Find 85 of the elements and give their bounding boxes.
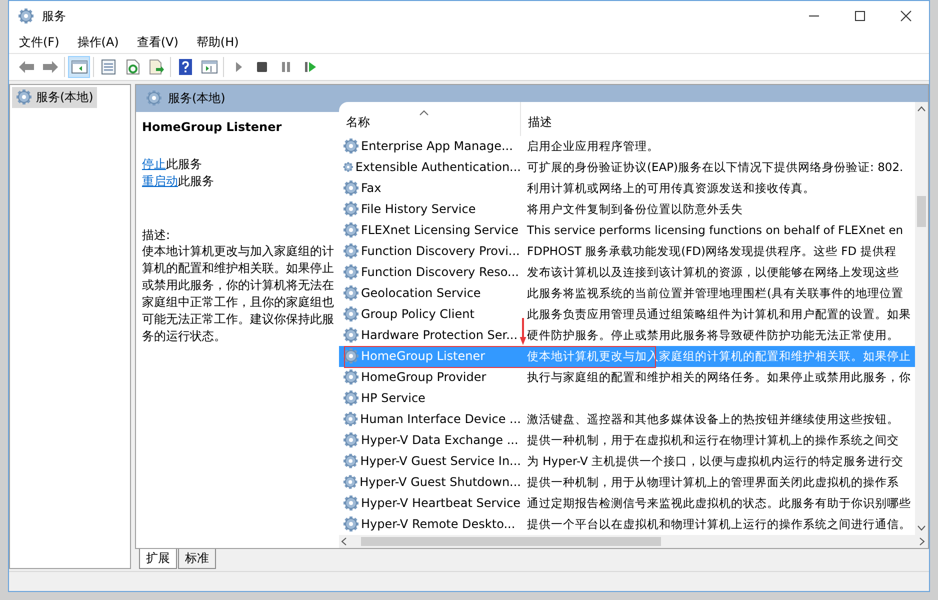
service-name-cell: FLEXnet Licensing Service [361, 223, 518, 238]
window-title: 服务 [42, 8, 67, 24]
description-cell: 提供一种机制，用于在虚拟机和运行在物理计算机上的操作系统之间交 [527, 432, 899, 448]
maximize-icon[interactable] [854, 10, 866, 22]
description-text: 使本地计算机更改与加入家庭组的计算机的配置和维护相关联。如果停止或禁用此服务，你的计算机将无法在家庭组中正常工作，且你的家庭组也可能无法正常工作。建议你保持此服务的运行状态。 [142, 242, 335, 345]
service-name-cell: Hardware Protection Ser... [361, 328, 518, 342]
description-cell: 提供一种机制，用于从物理计算机上的管理界面关闭此虚拟机的操作系 [527, 474, 899, 490]
view-tab[interactable]: 标准 [178, 548, 216, 569]
gear-icon [343, 180, 359, 196]
service-name-cell: Hyper-V Guest Service In... [360, 454, 521, 468]
gear-icon [343, 369, 359, 386]
scroll-thumb[interactable] [361, 536, 661, 546]
properties-icon[interactable] [98, 58, 118, 76]
service-name: HomeGroup Listener [142, 120, 283, 134]
description-cell: 提供一个平台以在虚拟机和物理计算机上运行的操作系统之间进行通信。 [527, 516, 911, 532]
vertical-scrollbar[interactable] [915, 102, 928, 535]
service-name-cell: Geolocation Service [361, 286, 481, 300]
gear-icon [343, 285, 359, 302]
tree-item[interactable]: 服务(本地) [12, 86, 98, 108]
description-cell: 通过定期报告检测信号来监视此虚拟机的状态。此服务有助于你识别哪些 [527, 496, 911, 511]
service-name-cell: Function Discovery Reso... [361, 265, 519, 280]
pane-view-icon[interactable] [200, 58, 218, 76]
description-cell: FDPHOST 服务承载功能发现(FD)网络发现提供程序。这些 FD 提供程 [527, 244, 896, 259]
gear-icon [18, 8, 34, 24]
service-name-cell: Hyper-V Heartbeat Service [361, 496, 521, 510]
description-label: 描述: [142, 226, 172, 243]
export-list-icon[interactable] [146, 58, 166, 76]
service-name-cell: Hyper-V Data Exchange ... [361, 433, 518, 448]
service-name-cell: Human Interface Device ... [360, 412, 521, 426]
gear-icon [343, 432, 359, 448]
panel-title: 服务(本地) [168, 90, 226, 107]
service-name-cell: Hyper-V Remote Deskto... [361, 517, 516, 532]
view-tab[interactable]: 扩展 [139, 548, 177, 569]
gear-icon [343, 453, 358, 470]
service-name-cell: Hyper-V Guest Shutdown... [360, 475, 521, 490]
description-cell: 利用计算机或网络上的可用传真资源发送和接收传真。 [527, 180, 815, 196]
column-header[interactable]: 名称 [339, 102, 521, 136]
description-cell: 硬件防护服务。停止或禁用此服务将导致硬件防护功能无法正常使用。 [527, 328, 899, 343]
console-tree-icon[interactable] [70, 58, 88, 76]
action-link[interactable]: 停止 [142, 156, 166, 171]
action-text: 重启动此服务 [142, 172, 215, 190]
description-cell: 将用户文件复制到备份位置以防意外丢失 [527, 202, 743, 217]
service-name-cell: Fax [361, 181, 382, 196]
service-name-cell: Group Policy Client [361, 307, 474, 322]
horizontal-scrollbar[interactable] [339, 534, 928, 548]
column-header[interactable]: 描述 [521, 102, 915, 136]
gear-icon [343, 201, 359, 218]
menu-item[interactable]: 帮助(H) [190, 32, 245, 52]
description-cell: 此服务负责应用管理员通过组策略组件为计算机和用户配置的设置。如果 [527, 306, 911, 322]
description-cell: 为 Hyper-V 主机提供一个接口，以便与虚拟机内运行的特定服务进行交 [527, 454, 904, 469]
service-name-cell: Function Discovery Provi... [361, 244, 520, 258]
description-cell: 发布该计算机以及连接到该计算机的资源，以便能够在网络上发现这些 [527, 264, 899, 280]
service-name-cell: Extensible Authentication... [355, 160, 521, 174]
gear-icon [343, 222, 359, 238]
menu-item[interactable]: 操作(A) [71, 32, 125, 52]
service-name-cell: HomeGroup Listener [361, 349, 486, 364]
action-link[interactable]: 重启动 [142, 174, 178, 188]
gear-icon [343, 243, 359, 260]
service-name-cell: File History Service [361, 202, 476, 216]
gear-icon [343, 306, 359, 322]
description-cell: 此服务将监视系统的当前位置并管理地理围栏(具有关联事件的地理位置 [527, 286, 904, 301]
gear-icon [343, 411, 358, 428]
gear-icon [343, 348, 359, 364]
description-cell: 启用企业应用程序管理。 [527, 138, 659, 154]
service-name-cell: HomeGroup Provider [361, 370, 486, 384]
gear-icon [343, 495, 359, 512]
menu-item[interactable]: 查看(V) [130, 32, 184, 52]
description-cell: 执行与家庭组的配置和维护相关的网络任务。如果停止或禁用此服务，你 [527, 370, 911, 385]
gear-icon [343, 516, 359, 532]
menu-item[interactable]: 文件(F) [13, 32, 66, 52]
gear-icon [16, 89, 32, 106]
scroll-thumb[interactable] [917, 196, 926, 227]
gear-icon [146, 90, 162, 106]
gear-icon [343, 138, 359, 154]
service-name-cell: HP Service [361, 391, 426, 406]
description-cell: This service performs licensing functions on behalf of FLEXnet en [527, 223, 904, 238]
description-cell: 可扩展的身份验证协议(EAP)服务在以下情况下提供网络身份验证: 802. [527, 160, 904, 175]
close-icon[interactable] [900, 10, 912, 22]
gear-icon [343, 327, 359, 344]
description-cell: 激活键盘、遥控器和其他多媒体设备上的热按钮并继续使用这些按钮。 [527, 412, 899, 427]
action-text: 停止此服务 [142, 156, 203, 173]
service-name-cell: Enterprise App Manage... [361, 139, 513, 154]
gear-icon [343, 474, 358, 490]
gear-icon [343, 264, 359, 280]
gear-icon [343, 390, 359, 406]
